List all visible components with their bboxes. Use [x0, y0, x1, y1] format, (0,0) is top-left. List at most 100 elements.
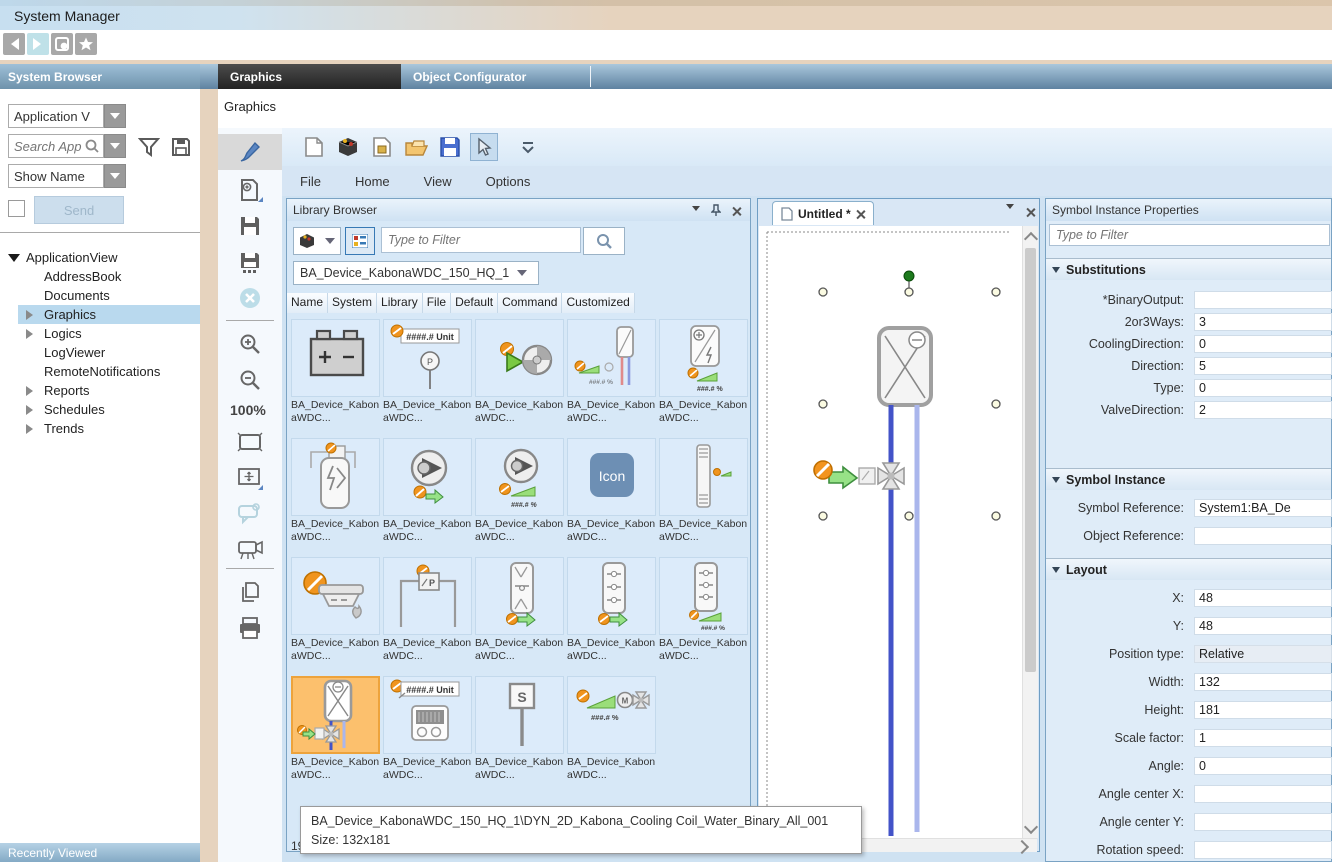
close-icon[interactable]: [728, 203, 744, 217]
panel-menu-chevron-icon[interactable]: [688, 203, 704, 217]
show-name-select[interactable]: Show Name: [8, 164, 104, 188]
library-item[interactable]: ###.# %M BA_Device_KabonaWDC...: [567, 676, 656, 788]
chevron-collapsed-icon[interactable]: [26, 329, 38, 339]
library-item[interactable]: ####.# Unit BA_Device_KabonaWDC...: [383, 676, 472, 788]
save-file-icon[interactable]: [436, 133, 464, 161]
save-icon[interactable]: [236, 212, 264, 240]
drawing-canvas[interactable]: [759, 226, 1038, 838]
menu-file[interactable]: File: [300, 174, 321, 189]
binaryoutput-field[interactable]: [1194, 291, 1332, 309]
column-name[interactable]: Name: [287, 293, 328, 313]
tree-item-addressbook[interactable]: AddressBook: [44, 267, 121, 286]
library-type-select[interactable]: [293, 227, 341, 255]
tree-item-logics[interactable]: Logics: [26, 324, 82, 343]
favorites-button[interactable]: [75, 33, 97, 55]
tree-item-documents[interactable]: Documents: [44, 286, 110, 305]
column-system[interactable]: System: [328, 293, 377, 313]
tree-item-remotenotifications[interactable]: RemoteNotifications: [44, 362, 160, 381]
template-document-icon[interactable]: [368, 133, 396, 161]
chevron-collapsed-icon[interactable]: [26, 310, 38, 320]
section-symbol-instance[interactable]: Symbol Instance: [1046, 468, 1331, 490]
library-item[interactable]: S BA_Device_KabonaWDC...: [475, 676, 564, 788]
library-item[interactable]: ###.# % BA_Device_KabonaWDC...: [567, 319, 656, 431]
library-search-button[interactable]: [583, 227, 625, 255]
rotation-speed-field[interactable]: [1194, 841, 1332, 859]
width-field[interactable]: 132: [1194, 673, 1332, 691]
library-item[interactable]: BA_Device_KabonaWDC...: [659, 438, 748, 550]
fit-view-icon[interactable]: [236, 428, 264, 456]
2or3ways-field[interactable]: 3: [1194, 313, 1332, 331]
select-cursor-icon[interactable]: [470, 133, 498, 161]
x-field[interactable]: 48: [1194, 589, 1332, 607]
tree-root-applicationview[interactable]: ApplicationView: [8, 248, 118, 267]
angle-center-x-field[interactable]: [1194, 785, 1332, 803]
close-tab-icon[interactable]: [856, 209, 865, 218]
camera-icon[interactable]: [236, 536, 264, 564]
chevron-collapsed-icon[interactable]: [26, 424, 38, 434]
zoom-in-icon[interactable]: [236, 330, 264, 358]
properties-filter-input[interactable]: [1049, 224, 1330, 246]
tree-item-reports[interactable]: Reports: [26, 381, 90, 400]
height-field[interactable]: 181: [1194, 701, 1332, 719]
library-item[interactable]: BA_Device_KabonaWDC...: [291, 557, 380, 669]
library-filter-input[interactable]: [381, 227, 581, 253]
scroll-right-icon[interactable]: [1015, 840, 1029, 854]
tree-item-trends[interactable]: Trends: [26, 419, 84, 438]
section-substitutions[interactable]: Substitutions: [1046, 258, 1331, 280]
angle-field[interactable]: 0: [1194, 757, 1332, 775]
column-customized[interactable]: Customized: [562, 293, 634, 313]
y-field[interactable]: 48: [1194, 617, 1332, 635]
library-item[interactable]: BA_Device_KabonaWDC...: [291, 319, 380, 431]
filter-funnel-icon[interactable]: [138, 136, 160, 158]
column-command[interactable]: Command: [498, 293, 562, 313]
drawing-tab[interactable]: Untitled *: [772, 201, 874, 225]
library-item[interactable]: BA_Device_KabonaWDC...: [291, 438, 380, 550]
library-item[interactable]: Icon BA_Device_KabonaWDC...: [567, 438, 656, 550]
tree-item-logviewer[interactable]: LogViewer: [44, 343, 105, 362]
type-field[interactable]: 0: [1194, 379, 1332, 397]
scale-factor-field[interactable]: 1: [1194, 729, 1332, 747]
tab-object-configurator[interactable]: Object Configurator: [401, 64, 571, 89]
menu-home[interactable]: Home: [355, 174, 390, 189]
column-library[interactable]: Library: [377, 293, 423, 313]
send-checkbox[interactable]: [8, 200, 25, 217]
tree-item-graphics[interactable]: Graphics: [26, 305, 96, 324]
save-filter-icon[interactable]: [170, 136, 192, 158]
package-icon[interactable]: [334, 133, 362, 161]
position-type-field[interactable]: Relative: [1194, 645, 1332, 663]
vertical-scroll-thumb[interactable]: [1025, 248, 1036, 672]
column-file[interactable]: File: [423, 293, 451, 313]
forward-button[interactable]: [27, 33, 49, 55]
chevron-collapsed-icon[interactable]: [26, 405, 38, 415]
search-dropdown-button[interactable]: [104, 134, 126, 158]
zoom-level-label[interactable]: 100%: [230, 402, 266, 418]
chevron-collapsed-icon[interactable]: [26, 386, 38, 396]
new-document-icon[interactable]: [300, 133, 328, 161]
library-item[interactable]: BA_Device_KabonaWDC...: [475, 319, 564, 431]
library-item[interactable]: ####.# UnitP BA_Device_KabonaWDC...: [383, 319, 472, 431]
symbol-reference-field[interactable]: System1:BA_De: [1194, 499, 1332, 517]
coolingdirection-field[interactable]: 0: [1194, 335, 1332, 353]
library-item-selected[interactable]: BA_Device_KabonaWDC...: [291, 676, 380, 788]
edit-pen-icon[interactable]: [236, 138, 264, 166]
angle-center-y-field[interactable]: [1194, 813, 1332, 831]
zoom-out-icon[interactable]: [236, 366, 264, 394]
view-select[interactable]: Application V: [8, 104, 104, 128]
direction-field[interactable]: 5: [1194, 357, 1332, 375]
toolbar-overflow-icon[interactable]: [514, 133, 542, 161]
open-folder-icon[interactable]: [402, 133, 430, 161]
view-mode-button[interactable]: [345, 227, 375, 255]
menu-options[interactable]: Options: [486, 174, 531, 189]
pin-icon[interactable]: [708, 203, 724, 217]
library-item[interactable]: BA_Device_KabonaWDC...: [567, 557, 656, 669]
recently-viewed-header[interactable]: Recently Viewed: [0, 843, 200, 862]
tab-graphics[interactable]: Graphics: [218, 64, 401, 89]
tree-item-schedules[interactable]: Schedules: [26, 400, 105, 419]
history-button[interactable]: [51, 33, 73, 55]
library-select[interactable]: BA_Device_KabonaWDC_150_HQ_1: [293, 261, 539, 285]
library-item[interactable]: ###.# % BA_Device_KabonaWDC...: [659, 557, 748, 669]
library-item[interactable]: BA_Device_KabonaWDC...: [383, 438, 472, 550]
pan-view-icon[interactable]: [236, 464, 264, 492]
back-button[interactable]: [3, 33, 25, 55]
chevron-expanded-icon[interactable]: [8, 254, 20, 268]
